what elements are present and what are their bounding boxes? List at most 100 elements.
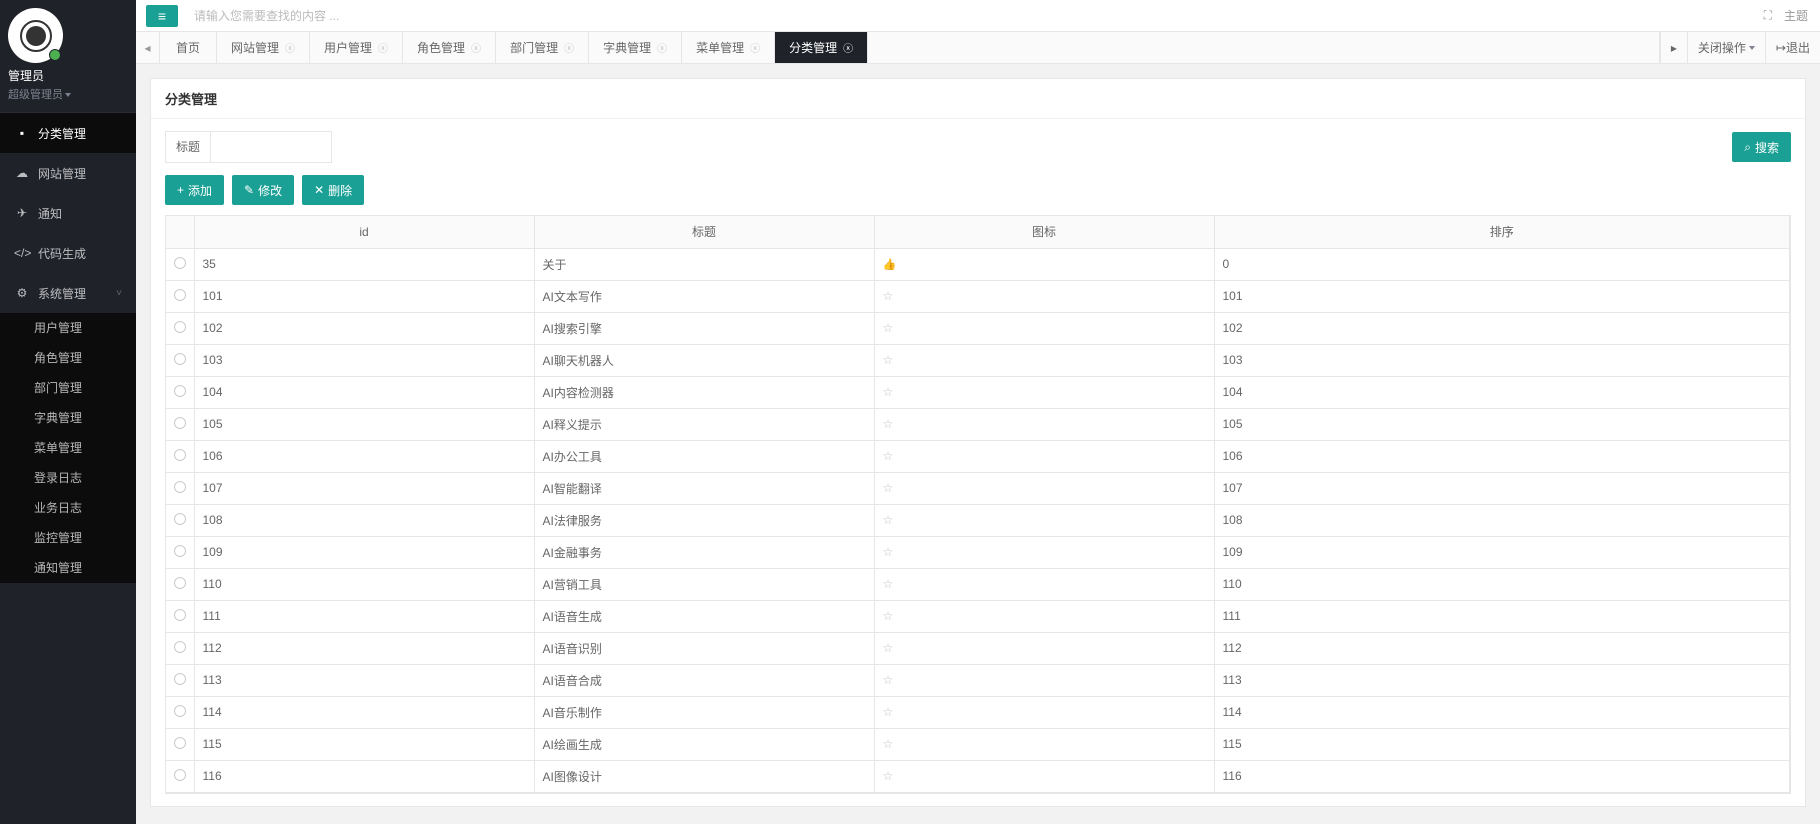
row-radio[interactable] [174,257,186,269]
row-select-cell[interactable] [166,696,194,728]
table-row[interactable]: 114AI音乐制作114 [166,696,1790,728]
table-row[interactable]: 107AI智能翻译107 [166,472,1790,504]
row-select-cell[interactable] [166,632,194,664]
table-row[interactable]: 109AI金融事务109 [166,536,1790,568]
row-select-cell[interactable] [166,472,194,504]
sidebar-item-1[interactable]: ☁网站管理 [0,153,136,193]
row-radio[interactable] [174,353,186,365]
table-row[interactable]: 113AI语音合成113 [166,664,1790,696]
tab-6[interactable]: 分类管理ⓧ [775,32,868,63]
row-radio[interactable] [174,705,186,717]
table-row[interactable]: 116AI图像设计116 [166,760,1790,792]
row-radio[interactable] [174,449,186,461]
sidebar-subitem-1[interactable]: 角色管理 [0,343,136,373]
row-select-cell[interactable] [166,376,194,408]
row-select-cell[interactable] [166,440,194,472]
sidebar-item-3[interactable]: </>代码生成 [0,233,136,273]
delete-button[interactable]: ✕删除 [302,175,364,205]
row-radio[interactable] [174,769,186,781]
row-radio[interactable] [174,673,186,685]
table-row[interactable]: 110AI营销工具110 [166,568,1790,600]
tab-close-icon[interactable]: ⓧ [564,40,574,55]
sidebar-item-2[interactable]: ✈通知 [0,193,136,233]
row-radio[interactable] [174,737,186,749]
col-title[interactable]: 标题 [534,216,874,248]
tab-4[interactable]: 字典管理ⓧ [589,32,682,63]
theme-button[interactable]: 主题 [1784,7,1808,24]
table-row[interactable]: 101AI文本写作101 [166,280,1790,312]
row-radio[interactable] [174,545,186,557]
tab-3[interactable]: 部门管理ⓧ [496,32,589,63]
table-row[interactable]: 35关于0 [166,248,1790,280]
close-ops-dropdown[interactable]: 关闭操作 [1687,32,1765,63]
sidebar-subitem-7[interactable]: 监控管理 [0,523,136,553]
sidebar-subitem-6[interactable]: 业务日志 [0,493,136,523]
edit-button[interactable]: ✎修改 [232,175,294,205]
row-radio[interactable] [174,609,186,621]
logout-button[interactable]: ↦ 退出 [1765,32,1820,63]
sidebar-item-4[interactable]: ⚙系统管理˅ [0,273,136,313]
row-select-cell[interactable] [166,728,194,760]
table-row[interactable]: 111AI语音生成111 [166,600,1790,632]
tab-close-icon[interactable]: ⓧ [471,40,481,55]
tab-2[interactable]: 角色管理ⓧ [403,32,496,63]
cell-icon [874,568,1214,600]
tab-home[interactable]: 首页 [160,32,217,63]
tab-close-icon[interactable]: ⓧ [657,40,667,55]
sidebar-subitem-2[interactable]: 部门管理 [0,373,136,403]
tab-close-icon[interactable]: ⓧ [750,40,760,55]
title-filter-input[interactable] [211,132,331,162]
row-radio[interactable] [174,513,186,525]
tab-close-icon[interactable]: ⓧ [378,40,388,55]
col-sort[interactable]: 排序 [1214,216,1790,248]
sidebar-subitem-0[interactable]: 用户管理 [0,313,136,343]
row-select-cell[interactable] [166,760,194,792]
row-radio[interactable] [174,289,186,301]
col-id[interactable]: id [194,216,534,248]
table-row[interactable]: 105AI释义提示105 [166,408,1790,440]
table-row[interactable]: 104AI内容检测器104 [166,376,1790,408]
table-row[interactable]: 102AI搜索引擎102 [166,312,1790,344]
sidebar-subitem-4[interactable]: 菜单管理 [0,433,136,463]
row-radio[interactable] [174,577,186,589]
table-row[interactable]: 106AI办公工具106 [166,440,1790,472]
sidebar-subitem-3[interactable]: 字典管理 [0,403,136,433]
row-radio[interactable] [174,321,186,333]
add-button[interactable]: +添加 [165,175,224,205]
tab-5[interactable]: 菜单管理ⓧ [682,32,775,63]
sidebar-subitem-5[interactable]: 登录日志 [0,463,136,493]
table-row[interactable]: 108AI法律服务108 [166,504,1790,536]
row-select-cell[interactable] [166,568,194,600]
col-icon[interactable]: 图标 [874,216,1214,248]
tab-1[interactable]: 用户管理ⓧ [310,32,403,63]
row-select-cell[interactable] [166,600,194,632]
row-radio[interactable] [174,417,186,429]
tab-close-icon[interactable]: ⓧ [843,40,853,55]
row-radio[interactable] [174,641,186,653]
fullscreen-icon[interactable]: ⛶ [1764,8,1772,23]
table-row[interactable]: 103AI聊天机器人103 [166,344,1790,376]
tab-scroll-right[interactable]: ▸ [1660,32,1687,63]
sidebar-item-0[interactable]: ▪分类管理 [0,113,136,153]
table-row[interactable]: 115AI绘画生成115 [166,728,1790,760]
menu-toggle-button[interactable]: ≡ [146,5,178,27]
row-select-cell[interactable] [166,408,194,440]
global-search-input[interactable] [188,1,1764,31]
row-select-cell[interactable] [166,504,194,536]
row-select-cell[interactable] [166,664,194,696]
row-radio[interactable] [174,481,186,493]
avatar[interactable] [8,8,63,63]
sidebar-subitem-8[interactable]: 通知管理 [0,553,136,583]
tab-scroll-left[interactable]: ◂ [136,32,160,63]
row-select-cell[interactable] [166,536,194,568]
search-button[interactable]: ⌕搜索 [1732,132,1791,162]
tab-0[interactable]: 网站管理ⓧ [217,32,310,63]
row-radio[interactable] [174,385,186,397]
row-select-cell[interactable] [166,248,194,280]
user-role-dropdown[interactable]: 超级管理员 [8,86,128,102]
row-select-cell[interactable] [166,344,194,376]
row-select-cell[interactable] [166,312,194,344]
row-select-cell[interactable] [166,280,194,312]
tab-close-icon[interactable]: ⓧ [285,40,295,55]
table-row[interactable]: 112AI语音识别112 [166,632,1790,664]
